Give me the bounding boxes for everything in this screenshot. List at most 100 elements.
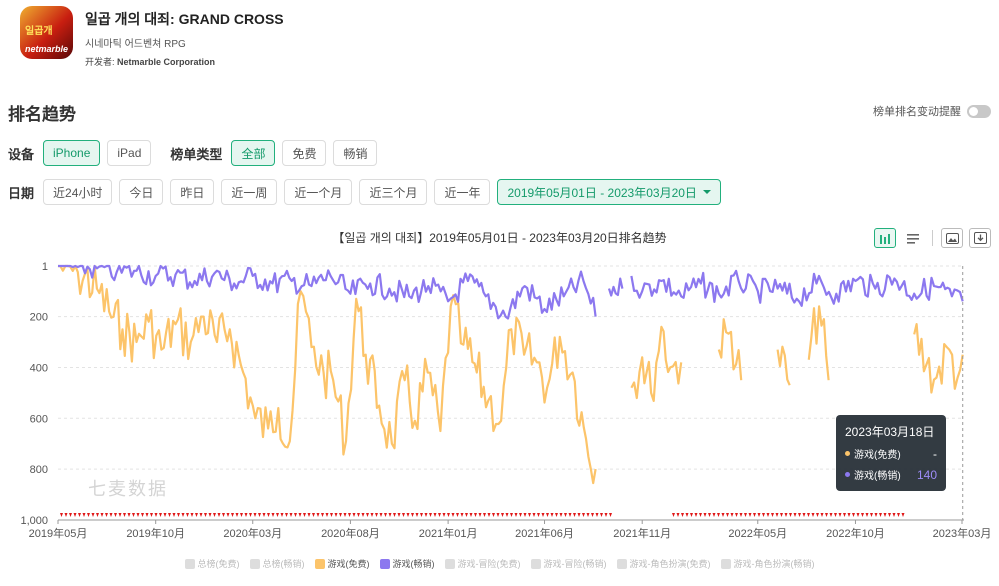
date-3month-button[interactable]: 近三个月 (359, 179, 428, 205)
event-marker[interactable] (96, 513, 99, 517)
event-marker[interactable] (271, 513, 275, 517)
event-marker[interactable] (415, 513, 419, 517)
event-marker[interactable] (793, 513, 797, 517)
legend-item[interactable]: 游戏-冒险(畅销) (530, 557, 607, 570)
date-24h-button[interactable]: 近24小时 (43, 179, 113, 205)
legend-item[interactable]: 游戏-冒险(免费) (444, 557, 521, 570)
event-marker[interactable] (897, 513, 900, 517)
event-marker[interactable] (681, 513, 684, 517)
event-marker[interactable] (114, 513, 117, 517)
event-marker[interactable] (316, 513, 320, 517)
event-marker[interactable] (865, 513, 869, 517)
event-marker[interactable] (514, 513, 518, 517)
event-marker[interactable] (721, 513, 725, 517)
event-marker[interactable] (424, 513, 428, 517)
event-marker[interactable] (294, 513, 297, 517)
event-marker[interactable] (591, 513, 594, 517)
event-marker[interactable] (555, 513, 558, 517)
event-marker[interactable] (766, 513, 770, 517)
legend-item[interactable]: 游戏(畅销) (379, 557, 435, 570)
event-marker[interactable] (442, 513, 446, 517)
event-marker[interactable] (217, 513, 221, 517)
legend-item[interactable]: 游戏(免费) (314, 557, 370, 570)
event-marker[interactable] (888, 513, 891, 517)
event-marker[interactable] (465, 513, 468, 517)
event-marker[interactable] (348, 513, 351, 517)
event-marker[interactable] (699, 513, 702, 517)
event-marker[interactable] (145, 513, 149, 517)
event-marker[interactable] (703, 513, 707, 517)
date-year-button[interactable]: 近一年 (434, 179, 491, 205)
event-marker[interactable] (312, 513, 315, 517)
event-marker[interactable] (334, 513, 338, 517)
event-marker[interactable] (231, 513, 234, 517)
event-marker[interactable] (874, 513, 878, 517)
event-marker[interactable] (586, 513, 590, 517)
event-marker[interactable] (816, 513, 819, 517)
event-marker[interactable] (438, 513, 441, 517)
event-marker[interactable] (420, 513, 423, 517)
event-marker[interactable] (109, 513, 113, 517)
date-week-button[interactable]: 近一周 (221, 179, 278, 205)
event-marker[interactable] (487, 513, 491, 517)
event-marker[interactable] (559, 513, 563, 517)
event-marker[interactable] (154, 513, 158, 517)
event-marker[interactable] (226, 513, 230, 517)
event-marker[interactable] (712, 513, 716, 517)
event-marker[interactable] (676, 513, 680, 517)
event-marker[interactable] (213, 513, 216, 517)
event-marker[interactable] (568, 513, 572, 517)
chart-type-free-button[interactable]: 免费 (282, 140, 327, 166)
event-marker[interactable] (141, 513, 144, 517)
event-marker[interactable] (307, 513, 311, 517)
event-marker[interactable] (694, 513, 698, 517)
event-marker[interactable] (375, 513, 378, 517)
event-marker[interactable] (208, 513, 212, 517)
event-marker[interactable] (258, 513, 261, 517)
event-marker[interactable] (532, 513, 536, 517)
event-marker[interactable] (118, 513, 122, 517)
event-marker[interactable] (388, 513, 392, 517)
bar-view-icon[interactable] (874, 228, 896, 248)
chart-type-grossing-button[interactable]: 畅销 (333, 140, 378, 166)
app-icon[interactable]: 일곱개 netmarble (20, 6, 73, 59)
event-marker[interactable] (870, 513, 873, 517)
event-marker[interactable] (136, 513, 140, 517)
event-marker[interactable] (901, 513, 905, 517)
image-export-icon[interactable] (941, 228, 963, 248)
event-marker[interactable] (181, 513, 185, 517)
date-yesterday-button[interactable]: 昨日 (170, 179, 215, 205)
event-marker[interactable] (537, 513, 540, 517)
event-marker[interactable] (847, 513, 851, 517)
event-marker[interactable] (253, 513, 257, 517)
event-marker[interactable] (325, 513, 329, 517)
event-marker[interactable] (163, 513, 167, 517)
event-marker[interactable] (298, 513, 302, 517)
event-marker[interactable] (397, 513, 401, 517)
event-marker[interactable] (690, 513, 693, 517)
event-marker[interactable] (199, 513, 203, 517)
event-marker[interactable] (244, 513, 248, 517)
event-marker[interactable] (204, 513, 207, 517)
event-marker[interactable] (73, 513, 77, 517)
event-marker[interactable] (186, 513, 189, 517)
event-marker[interactable] (406, 513, 410, 517)
event-marker[interactable] (222, 513, 225, 517)
event-marker[interactable] (190, 513, 194, 517)
event-marker[interactable] (595, 513, 599, 517)
event-marker[interactable] (474, 513, 477, 517)
event-marker[interactable] (789, 513, 792, 517)
event-marker[interactable] (852, 513, 855, 517)
event-marker[interactable] (64, 513, 68, 517)
event-marker[interactable] (60, 513, 63, 517)
list-view-icon[interactable] (902, 228, 924, 248)
legend-item[interactable]: 总榜(免费) (184, 557, 240, 570)
event-marker[interactable] (456, 513, 459, 517)
event-marker[interactable] (172, 513, 176, 517)
event-marker[interactable] (883, 513, 887, 517)
event-marker[interactable] (672, 513, 675, 517)
event-marker[interactable] (69, 513, 72, 517)
event-marker[interactable] (393, 513, 396, 517)
event-marker[interactable] (240, 513, 243, 517)
event-marker[interactable] (708, 513, 711, 517)
